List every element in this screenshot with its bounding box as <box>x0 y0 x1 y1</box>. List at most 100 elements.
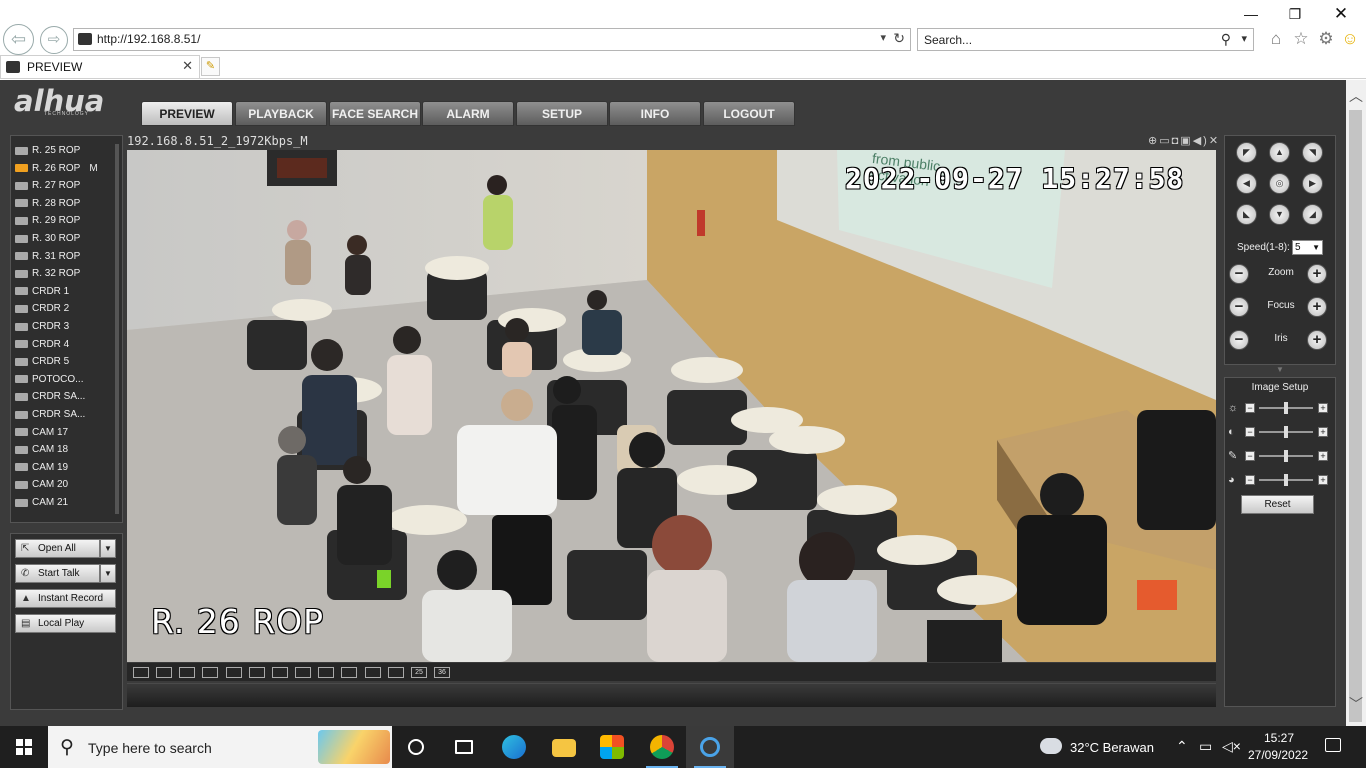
channel-item[interactable]: CAM 18 <box>15 444 68 460</box>
ptz-center-icon[interactable]: ◎ <box>1269 173 1290 194</box>
restore-button[interactable]: ❐ <box>1280 4 1310 24</box>
taskbar-search-text[interactable]: Type here to search <box>88 740 212 756</box>
favorites-star-icon[interactable]: ☆ <box>1291 29 1311 49</box>
close-window-button[interactable]: ✕ <box>1326 4 1356 24</box>
channel-list-scrollbar[interactable] <box>115 144 119 514</box>
split-mode-button[interactable] <box>133 667 149 678</box>
ptz-collapse-icon[interactable]: ▼ <box>1224 365 1336 374</box>
channel-item[interactable]: R. 32 ROP <box>15 268 80 284</box>
task-view-button[interactable] <box>440 726 488 768</box>
brightness-increase-button[interactable]: + <box>1318 403 1328 413</box>
scroll-thumb[interactable] <box>1349 110 1362 722</box>
home-icon[interactable]: ⌂ <box>1266 29 1286 49</box>
ptz-down-icon[interactable]: ▼ <box>1269 204 1290 225</box>
open-all-dropdown[interactable]: ▼ <box>100 539 116 558</box>
channel-item[interactable]: R. 25 ROP <box>15 145 80 161</box>
split-mode-button[interactable] <box>272 667 288 678</box>
instant-record-button[interactable]: ▲ Instant Record <box>15 589 116 608</box>
ptz-right-icon[interactable]: ▶ <box>1302 173 1323 194</box>
record-icon[interactable]: ▣ <box>1180 135 1192 147</box>
zoom-in-icon[interactable]: ⊕ <box>1148 135 1159 147</box>
channel-item[interactable]: CAM 17 <box>15 427 68 443</box>
hue-decrease-button[interactable]: − <box>1245 475 1255 485</box>
edge-app[interactable] <box>490 726 538 768</box>
start-button[interactable] <box>0 726 48 768</box>
hue-increase-button[interactable]: + <box>1318 475 1328 485</box>
new-tab-button[interactable]: ✎ <box>201 57 220 76</box>
ptz-up-icon[interactable]: ▲ <box>1269 142 1290 163</box>
channel-item[interactable]: R. 30 ROP <box>15 233 80 249</box>
split-mode-button[interactable] <box>249 667 265 678</box>
network-icon[interactable]: ▭ <box>1199 738 1212 755</box>
taskbar-search[interactable]: ⚲ Type here to search <box>48 726 392 768</box>
channel-item[interactable]: CRDR SA... <box>15 409 85 425</box>
zoom-out-button[interactable]: − <box>1229 264 1249 284</box>
search-dropdown-icon[interactable]: ▾ <box>1241 32 1247 45</box>
nav-playback[interactable]: PLAYBACK <box>235 101 327 126</box>
address-text[interactable]: http://192.168.8.51/ <box>97 32 200 46</box>
channel-item[interactable]: R. 27 ROP <box>15 180 80 196</box>
split-mode-button[interactable] <box>156 667 172 678</box>
ptz-down-left-icon[interactable]: ◣ <box>1236 204 1257 225</box>
channel-item[interactable]: CAM 21 <box>15 497 68 513</box>
channel-item[interactable]: CRDR 5 <box>15 356 69 372</box>
brightness-decrease-button[interactable]: − <box>1245 403 1255 413</box>
local-play-button[interactable]: ▤ Local Play <box>15 614 116 633</box>
snapshot-icon[interactable]: ▭ <box>1159 135 1171 147</box>
address-dropdown-icon[interactable]: ▾ <box>880 31 886 44</box>
nav-preview[interactable]: PREVIEW <box>141 101 233 126</box>
minimize-button[interactable]: — <box>1236 4 1266 24</box>
split-mode-button[interactable] <box>179 667 195 678</box>
reset-button[interactable]: Reset <box>1241 495 1314 514</box>
scroll-up-icon[interactable]: ︿ <box>1349 86 1363 106</box>
chrome-app[interactable] <box>638 726 686 768</box>
channel-item[interactable]: R. 29 ROP <box>15 215 80 231</box>
notification-icon[interactable] <box>1325 738 1341 752</box>
cortana-button[interactable] <box>392 726 440 768</box>
split-mode-button[interactable] <box>295 667 311 678</box>
store-app[interactable] <box>588 726 636 768</box>
split-mode-button[interactable] <box>365 667 381 678</box>
clock-time[interactable]: 15:27 <box>1264 731 1294 745</box>
channel-item[interactable]: CAM 19 <box>15 462 68 478</box>
channel-item[interactable]: R. 26 ROP M <box>15 163 98 179</box>
scroll-down-icon[interactable]: ﹀ <box>1349 694 1363 714</box>
split-mode-button[interactable] <box>341 667 357 678</box>
ptz-up-right-icon[interactable]: ◥ <box>1302 142 1323 163</box>
contrast-decrease-button[interactable]: − <box>1245 427 1255 437</box>
nav-alarm[interactable]: ALARM <box>422 101 514 126</box>
saturation-increase-button[interactable]: + <box>1318 451 1328 461</box>
audio-icon[interactable]: ◀) <box>1193 135 1209 147</box>
ptz-speed-select[interactable]: 5 ▼ <box>1292 240 1323 255</box>
split-mode-button[interactable] <box>226 667 242 678</box>
contrast-increase-button[interactable]: + <box>1318 427 1328 437</box>
weather-cloud-icon[interactable] <box>1040 738 1062 754</box>
hue-slider-thumb[interactable] <box>1284 474 1288 486</box>
refresh-icon[interactable]: ↻ <box>893 30 905 47</box>
file-explorer-app[interactable] <box>540 726 588 768</box>
split-mode-button[interactable]: 36 <box>434 667 450 678</box>
channel-item[interactable]: CRDR SA... <box>15 391 85 407</box>
saturation-decrease-button[interactable]: − <box>1245 451 1255 461</box>
channel-item[interactable]: POTOCO... <box>15 374 84 390</box>
browser-tab[interactable]: PREVIEW ✕ <box>0 55 200 78</box>
chevron-up-icon[interactable]: ⌃ <box>1176 738 1188 755</box>
split-mode-button[interactable] <box>202 667 218 678</box>
channel-item[interactable]: CRDR 3 <box>15 321 69 337</box>
channel-item[interactable]: CAM 20 <box>15 479 68 495</box>
iris-minus-button[interactable]: − <box>1229 330 1249 350</box>
volume-muted-icon[interactable]: ◁× <box>1222 738 1241 755</box>
browser-search-box[interactable]: Search... ⚲ ▾ <box>917 28 1254 51</box>
channel-item[interactable]: CRDR 4 <box>15 339 69 355</box>
iris-plus-button[interactable]: + <box>1307 330 1327 350</box>
start-talk-dropdown[interactable]: ▼ <box>100 564 116 583</box>
zoom-in-button[interactable]: + <box>1307 264 1327 284</box>
split-mode-button[interactable]: 25 <box>411 667 427 678</box>
nav-setup[interactable]: SETUP <box>516 101 608 126</box>
channel-item[interactable]: CRDR 2 <box>15 303 69 319</box>
settings-gear-icon[interactable]: ⚙ <box>1316 29 1336 49</box>
address-bar[interactable]: http://192.168.8.51/ ▾ ↻ <box>73 28 911 51</box>
start-talk-button[interactable]: ✆ Start Talk <box>15 564 100 583</box>
ptz-left-icon[interactable]: ◀ <box>1236 173 1257 194</box>
split-mode-button[interactable] <box>388 667 404 678</box>
